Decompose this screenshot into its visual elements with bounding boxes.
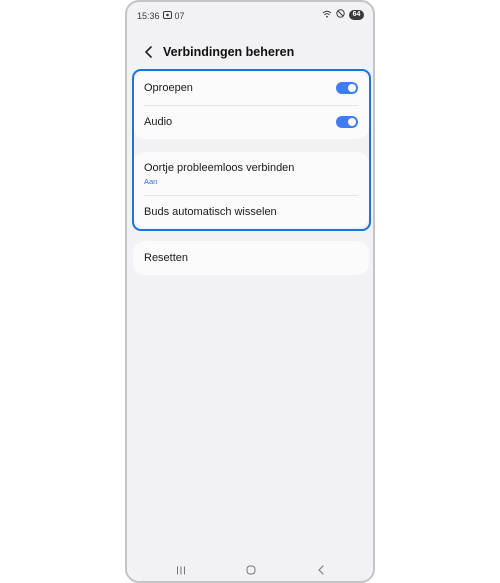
do-not-disturb-icon — [336, 9, 345, 20]
setting-row-resetten[interactable]: Resetten — [133, 241, 369, 275]
setting-label: Buds automatisch wisselen — [144, 206, 277, 218]
screenshot-icon — [162, 11, 172, 21]
setting-label: Audio — [144, 116, 173, 128]
settings-group-connection: Oortje probleemloos verbinden Aan Buds a… — [133, 152, 369, 227]
notification-count: 07 — [174, 11, 185, 21]
status-right: 64 — [322, 9, 364, 20]
nav-back-button[interactable] — [313, 562, 329, 578]
home-button[interactable] — [243, 562, 259, 578]
setting-label: Oortje probleemloos verbinden — [144, 162, 295, 174]
setting-row-oproepen[interactable]: Oproepen — [133, 72, 369, 105]
toggle-audio[interactable] — [336, 116, 358, 128]
home-icon — [246, 565, 256, 575]
setting-row-buds-wisselen[interactable]: Buds automatisch wisselen — [133, 196, 369, 227]
setting-row-oortje-verbinden[interactable]: Oortje probleemloos verbinden Aan — [133, 152, 369, 195]
navigation-bar — [127, 559, 373, 581]
setting-status: Aan — [144, 177, 158, 186]
settings-group-calls: Oproepen Audio — [133, 72, 369, 139]
battery-icon: 64 — [349, 9, 364, 20]
back-button[interactable] — [141, 44, 157, 60]
setting-label: Oproepen — [144, 82, 193, 94]
header: Verbindingen beheren — [127, 40, 373, 64]
phone-screen: 15:36 07 64 Verbindingen beheren Oproepe… — [125, 0, 375, 583]
status-time: 15:36 — [137, 11, 160, 21]
toggle-oproepen[interactable] — [336, 82, 358, 94]
status-left: 15:36 07 — [137, 11, 185, 21]
page-title: Verbindingen beheren — [163, 45, 295, 59]
recents-icon — [177, 566, 185, 574]
chevron-left-icon — [145, 46, 152, 58]
settings-group-reset: Resetten — [133, 241, 369, 275]
setting-row-audio[interactable]: Audio — [133, 106, 369, 139]
recents-button[interactable] — [173, 562, 189, 578]
back-icon — [318, 565, 324, 575]
wifi-icon — [322, 10, 332, 20]
toggle-knob — [348, 118, 356, 126]
setting-label: Resetten — [144, 252, 189, 264]
status-bar: 15:36 07 64 — [127, 2, 373, 28]
toggle-knob — [348, 84, 356, 92]
